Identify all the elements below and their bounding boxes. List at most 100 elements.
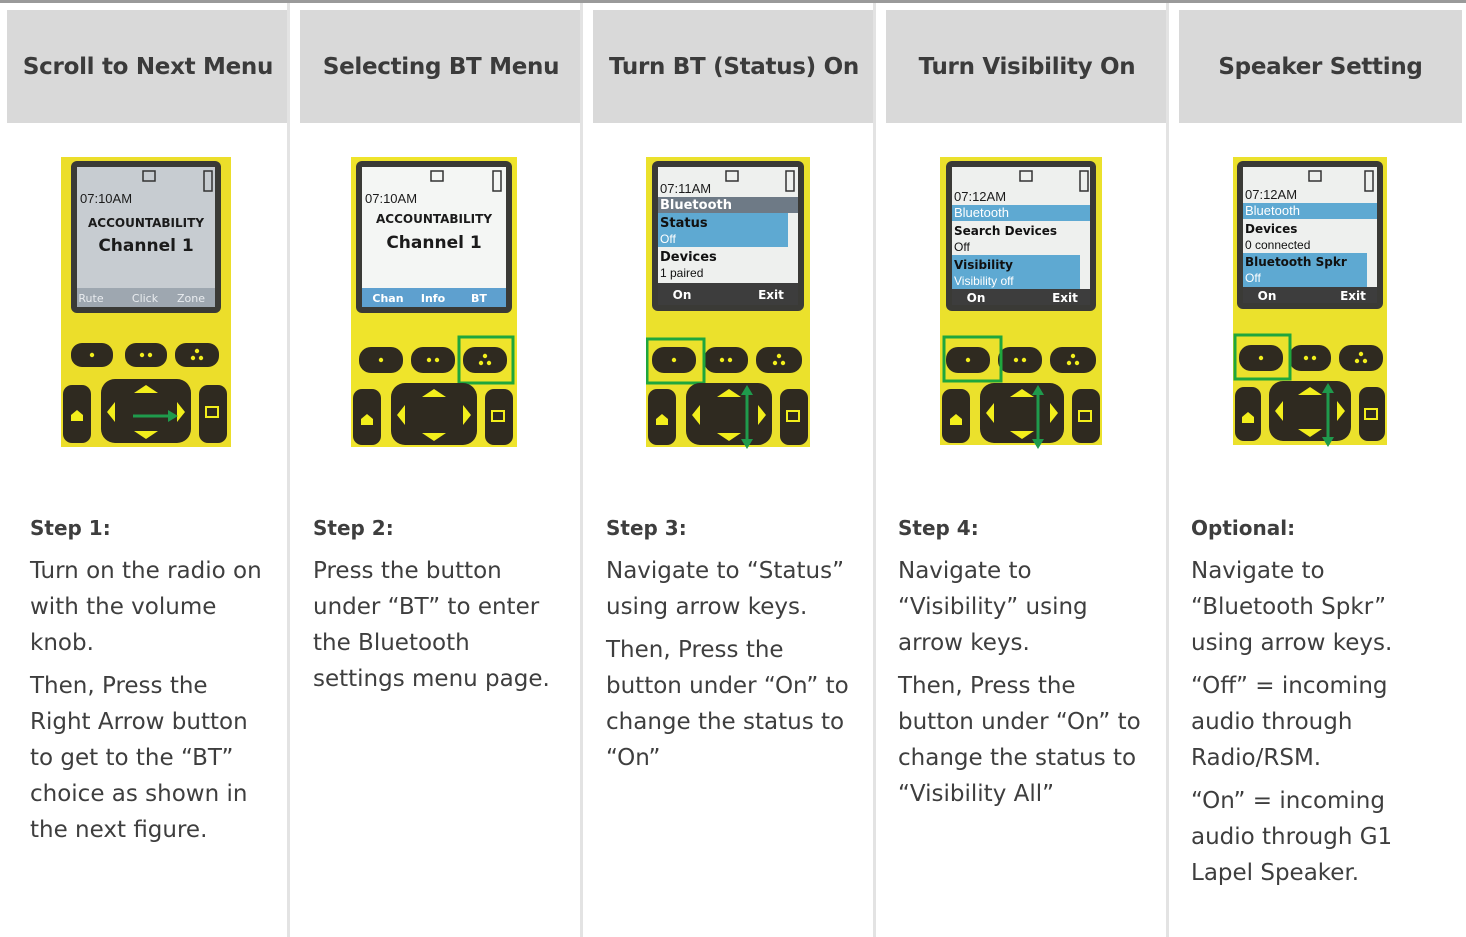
step-text: Optional: Navigate to “Bluetooth Spkr” u… [1191,513,1446,898]
softkey-2: Info [421,292,446,305]
screen-line-2: Channel 1 [98,236,193,256]
two-dot-key-icon[interactable] [998,347,1042,373]
column-divider [580,3,583,937]
softkey-1: On [673,288,692,302]
screen-title: Bluetooth [954,205,1009,220]
menu-item-value: Off [660,232,676,246]
three-dot-key-icon[interactable] [1339,345,1383,371]
screen-title: Bluetooth [1245,203,1300,218]
menu-item: Status [660,216,708,231]
header-title: Selecting BT Menu [322,53,560,80]
step-paragraph: Navigate to “Visibility” using arrow key… [898,558,1088,656]
menu-item-value: 0 connected [1245,238,1310,252]
menu-icon[interactable] [485,389,513,445]
step-paragraph: Then, Press the Right Arrow button to ge… [30,673,248,843]
radio-illustration: 07:11AM Bluetooth Status Off Devices 1 p… [646,157,810,449]
radio-image: 07:12AM Bluetooth Devices 0 connected Bl… [1233,157,1387,451]
radio-image: 07:10AM ACCOUNTABILITY Channel 1 Rute Cl… [61,157,231,447]
softkey-2: Exit [758,288,784,302]
menu-item: Devices [660,250,717,265]
screen-line-1: ACCOUNTABILITY [376,212,492,226]
step-label: Step 1: [30,516,111,540]
column-header: Turn Visibility On [886,10,1168,123]
column-step-3: Turn BT (Status) On 07:11AM Bluetooth St… [586,3,879,937]
softkey-3: BT [471,292,487,305]
radio-illustration: 07:12AM Bluetooth Devices 0 connected Bl… [1233,157,1387,447]
column-divider [287,3,290,937]
menu-item: Devices [1245,222,1297,236]
screen-line-2: Channel 1 [386,233,481,253]
step-label: Optional: [1191,516,1296,540]
menu-icon[interactable] [1359,387,1385,441]
three-dot-key-icon[interactable] [463,347,507,373]
menu-item-value: 1 paired [660,266,703,280]
two-dot-key-icon[interactable] [411,347,455,373]
step-text: Step 3: Navigate to “Status” using arrow… [606,513,859,783]
radio-image: 07:11AM Bluetooth Status Off Devices 1 p… [646,157,810,451]
softkey-2: Exit [1340,289,1366,303]
header-title: Speaker Setting [1218,53,1423,80]
menu-item: Bluetooth Spkr [1245,255,1347,269]
column-divider [1166,3,1169,937]
step-label: Step 4: [898,516,979,540]
column-header: Turn BT (Status) On [593,10,875,123]
radio-image: 07:12AM Bluetooth Search Devices Off Vis… [940,157,1102,451]
step-label: Step 3: [606,516,687,540]
three-dot-key-icon[interactable] [1050,347,1096,373]
softkey-1: On [967,291,986,305]
softkey-2: Click [132,292,159,305]
menu-icon[interactable] [780,389,808,445]
menu-item-value: Visibility off [954,274,1014,288]
screen-time: 07:12AM [954,189,1006,204]
three-dot-key-icon[interactable] [175,343,219,367]
softkey-2: Exit [1052,291,1078,305]
softkey-1: On [1258,289,1277,303]
screen-time: 07:10AM [365,191,417,206]
column-header: Speaker Setting [1179,10,1462,123]
header-title: Scroll to Next Menu [22,53,274,80]
column-step-2: Selecting BT Menu 07:10AM ACCOUNTABILITY… [293,3,586,937]
step-paragraph: Navigate to “Status” using arrow keys. [606,558,844,620]
menu-icon[interactable] [1072,389,1100,443]
step-paragraph: Then, Press the button under “On” to cha… [606,637,849,771]
screen-title: Bluetooth [660,198,732,213]
step-label: Step 2: [313,516,394,540]
screen-time: 07:10AM [80,191,132,206]
column-step-4: Turn Visibility On 07:12AM Bluetooth Sea… [879,3,1172,937]
step-text: Step 4: Navigate to “Visibility” using a… [898,513,1152,819]
menu-item-value: Off [954,240,970,254]
radio-image: 07:10AM ACCOUNTABILITY Channel 1 Chan In… [351,157,517,447]
step-paragraph: Press the button under “BT” to enter the… [313,558,550,692]
step-paragraph: Turn on the radio on with the volume kno… [30,558,262,656]
column-optional: Speaker Setting 07:12AM Bluetooth Device… [1172,3,1466,937]
menu-item: Visibility [954,258,1013,272]
column-step-1: Scroll to Next Menu 07:10AM ACCOUNTABILI… [0,3,293,937]
column-divider [873,3,876,937]
radio-illustration: 07:10AM ACCOUNTABILITY Channel 1 Chan In… [351,157,517,447]
screen-time: 07:12AM [1245,187,1297,202]
menu-icon[interactable] [199,385,227,443]
step-paragraph: “Off” = incoming audio through Radio/RSM… [1191,673,1388,771]
step-text: Step 2: Press the button under “BT” to e… [313,513,566,704]
header-title: Turn BT (Status) On [609,53,859,80]
step-text: Step 1: Turn on the radio on with the vo… [30,513,273,855]
column-header: Selecting BT Menu [300,10,582,123]
screen-time: 07:11AM [660,181,711,196]
menu-item: Search Devices [954,224,1057,238]
step-paragraph: Navigate to “Bluetooth Spkr” using arrow… [1191,558,1393,656]
two-dot-key-icon[interactable] [125,343,167,367]
screen-line-1: ACCOUNTABILITY [88,216,204,230]
step-paragraph: “On” = incoming audio through G1 Lapel S… [1191,788,1393,886]
menu-item-value: Off [1245,271,1261,285]
step-paragraph: Then, Press the button under “On” to cha… [898,673,1141,807]
two-dot-key-icon[interactable] [1289,345,1331,371]
softkey-1: Chan [372,292,403,305]
three-dot-key-icon[interactable] [756,347,802,373]
radio-illustration: 07:10AM ACCOUNTABILITY Channel 1 Rute Cl… [61,157,231,447]
header-title: Turn Visibility On [918,53,1136,80]
two-dot-key-icon[interactable] [704,347,748,373]
softkey-1: Rute [78,292,103,305]
radio-illustration: 07:12AM Bluetooth Search Devices Off Vis… [940,157,1102,449]
softkey-3: Zone [177,292,205,305]
column-header: Scroll to Next Menu [7,10,289,123]
